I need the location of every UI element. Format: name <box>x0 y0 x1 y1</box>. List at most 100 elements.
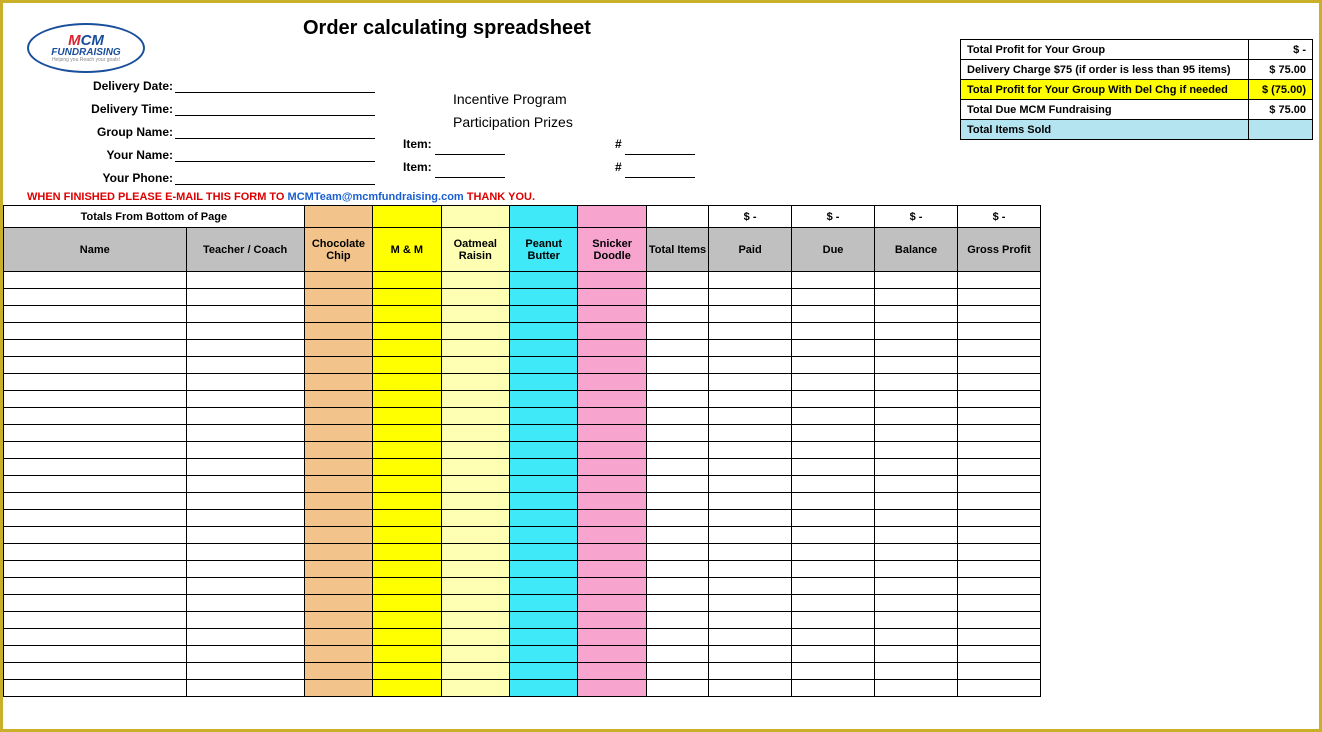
cell-oat[interactable] <box>441 629 509 646</box>
email-link[interactable]: MCMTeam@mcmfundraising.com <box>288 191 464 203</box>
cell-name[interactable] <box>4 476 187 493</box>
cell-teacher[interactable] <box>186 646 304 663</box>
cell-name[interactable] <box>4 289 187 306</box>
cell-teacher[interactable] <box>186 289 304 306</box>
cell-oat[interactable] <box>441 476 509 493</box>
cell-oat[interactable] <box>441 578 509 595</box>
cell-profit[interactable] <box>957 459 1040 476</box>
cell-total[interactable] <box>646 629 708 646</box>
cell-paid[interactable] <box>709 578 792 595</box>
cell-mm[interactable] <box>373 663 441 680</box>
cell-profit[interactable] <box>957 272 1040 289</box>
cell-profit[interactable] <box>957 612 1040 629</box>
cell-due[interactable] <box>792 340 875 357</box>
cell-teacher[interactable] <box>186 306 304 323</box>
cell-due[interactable] <box>792 425 875 442</box>
cell-balance[interactable] <box>875 595 958 612</box>
your-phone-input[interactable] <box>175 170 375 185</box>
cell-pb[interactable] <box>510 680 578 697</box>
cell-paid[interactable] <box>709 357 792 374</box>
cell-oat[interactable] <box>441 374 509 391</box>
cell-teacher[interactable] <box>186 476 304 493</box>
cell-name[interactable] <box>4 544 187 561</box>
cell-balance[interactable] <box>875 289 958 306</box>
cell-name[interactable] <box>4 306 187 323</box>
cell-oat[interactable] <box>441 680 509 697</box>
cell-due[interactable] <box>792 527 875 544</box>
cell-profit[interactable] <box>957 646 1040 663</box>
cell-mm[interactable] <box>373 391 441 408</box>
cell-pb[interactable] <box>510 289 578 306</box>
cell-snk[interactable] <box>578 561 646 578</box>
item1-input[interactable] <box>435 140 505 155</box>
cell-balance[interactable] <box>875 374 958 391</box>
cell-paid[interactable] <box>709 680 792 697</box>
cell-pb[interactable] <box>510 272 578 289</box>
cell-pb[interactable] <box>510 493 578 510</box>
cell-balance[interactable] <box>875 612 958 629</box>
cell-total[interactable] <box>646 561 708 578</box>
cell-pb[interactable] <box>510 510 578 527</box>
cell-due[interactable] <box>792 578 875 595</box>
cell-paid[interactable] <box>709 272 792 289</box>
cell-profit[interactable] <box>957 561 1040 578</box>
cell-mm[interactable] <box>373 272 441 289</box>
cell-due[interactable] <box>792 357 875 374</box>
cell-oat[interactable] <box>441 544 509 561</box>
cell-profit[interactable] <box>957 578 1040 595</box>
cell-due[interactable] <box>792 595 875 612</box>
cell-choc[interactable] <box>304 340 372 357</box>
cell-paid[interactable] <box>709 459 792 476</box>
cell-due[interactable] <box>792 391 875 408</box>
cell-profit[interactable] <box>957 408 1040 425</box>
cell-snk[interactable] <box>578 527 646 544</box>
cell-choc[interactable] <box>304 306 372 323</box>
cell-teacher[interactable] <box>186 629 304 646</box>
cell-oat[interactable] <box>441 561 509 578</box>
cell-total[interactable] <box>646 459 708 476</box>
cell-balance[interactable] <box>875 476 958 493</box>
cell-choc[interactable] <box>304 510 372 527</box>
cell-profit[interactable] <box>957 442 1040 459</box>
cell-teacher[interactable] <box>186 357 304 374</box>
cell-pb[interactable] <box>510 527 578 544</box>
cell-paid[interactable] <box>709 646 792 663</box>
cell-due[interactable] <box>792 680 875 697</box>
cell-profit[interactable] <box>957 357 1040 374</box>
cell-mm[interactable] <box>373 527 441 544</box>
cell-choc[interactable] <box>304 408 372 425</box>
cell-due[interactable] <box>792 629 875 646</box>
cell-choc[interactable] <box>304 561 372 578</box>
cell-total[interactable] <box>646 578 708 595</box>
cell-snk[interactable] <box>578 442 646 459</box>
cell-snk[interactable] <box>578 510 646 527</box>
cell-balance[interactable] <box>875 680 958 697</box>
cell-total[interactable] <box>646 663 708 680</box>
cell-balance[interactable] <box>875 646 958 663</box>
cell-teacher[interactable] <box>186 442 304 459</box>
cell-snk[interactable] <box>578 408 646 425</box>
cell-name[interactable] <box>4 595 187 612</box>
cell-total[interactable] <box>646 493 708 510</box>
cell-pb[interactable] <box>510 544 578 561</box>
cell-balance[interactable] <box>875 510 958 527</box>
cell-choc[interactable] <box>304 629 372 646</box>
cell-profit[interactable] <box>957 340 1040 357</box>
cell-mm[interactable] <box>373 408 441 425</box>
cell-profit[interactable] <box>957 527 1040 544</box>
cell-paid[interactable] <box>709 663 792 680</box>
cell-oat[interactable] <box>441 391 509 408</box>
cell-choc[interactable] <box>304 374 372 391</box>
cell-mm[interactable] <box>373 357 441 374</box>
cell-balance[interactable] <box>875 272 958 289</box>
cell-mm[interactable] <box>373 442 441 459</box>
cell-oat[interactable] <box>441 272 509 289</box>
cell-choc[interactable] <box>304 425 372 442</box>
cell-paid[interactable] <box>709 561 792 578</box>
cell-total[interactable] <box>646 425 708 442</box>
cell-profit[interactable] <box>957 663 1040 680</box>
cell-paid[interactable] <box>709 408 792 425</box>
cell-balance[interactable] <box>875 629 958 646</box>
cell-paid[interactable] <box>709 306 792 323</box>
cell-mm[interactable] <box>373 646 441 663</box>
